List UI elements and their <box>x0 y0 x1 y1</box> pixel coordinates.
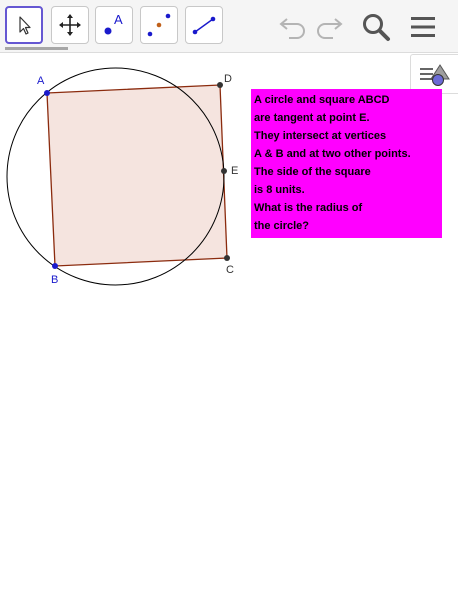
point-c[interactable] <box>224 255 230 261</box>
toolbar: A <box>0 0 458 53</box>
point-b[interactable] <box>52 263 58 269</box>
square-abcd[interactable] <box>46 84 228 267</box>
point-d[interactable] <box>217 82 223 88</box>
line-through-points-icon <box>147 13 171 37</box>
label-c: C <box>226 264 234 276</box>
label-e: E <box>231 165 238 177</box>
problem-line: the circle? <box>254 220 310 232</box>
label-a: A <box>37 75 45 87</box>
redo-button[interactable] <box>313 12 345 40</box>
problem-line: A & B and at two other points. <box>254 148 411 160</box>
point-e[interactable] <box>221 168 227 174</box>
toolbar-scroll-indicator <box>5 47 68 50</box>
undo-button[interactable] <box>277 12 309 40</box>
four-way-arrow-icon <box>59 14 81 36</box>
undo-icon <box>279 18 305 39</box>
problem-line: The side of the square <box>254 166 371 178</box>
segment-icon <box>192 16 216 35</box>
problem-line: They intersect at vertices <box>254 130 387 142</box>
problem-line: are tangent at point E. <box>254 112 370 124</box>
point-icon: A <box>104 12 123 35</box>
point-tool-label: A <box>114 12 123 27</box>
label-d: D <box>224 73 232 85</box>
search-icon <box>363 14 390 41</box>
label-b: B <box>51 274 58 286</box>
problem-line: What is the radius of <box>254 202 363 214</box>
problem-line: A circle and square ABCD <box>254 94 390 106</box>
point-tool-button[interactable]: A <box>95 6 133 44</box>
search-button[interactable] <box>359 10 393 44</box>
move-tool-button[interactable] <box>5 6 43 44</box>
arrow-pointer-icon <box>19 16 31 35</box>
line-tool-button[interactable] <box>140 6 178 44</box>
problem-line: is 8 units. <box>254 184 305 196</box>
redo-icon <box>317 18 343 39</box>
main-menu-button[interactable] <box>406 10 440 44</box>
segment-tool-button[interactable] <box>185 6 223 44</box>
problem-text-box[interactable]: A circle and square ABCD are tangent at … <box>251 89 442 238</box>
menu-icon <box>411 17 435 37</box>
point-a[interactable] <box>44 90 50 96</box>
move-graphics-view-button[interactable] <box>51 6 89 44</box>
